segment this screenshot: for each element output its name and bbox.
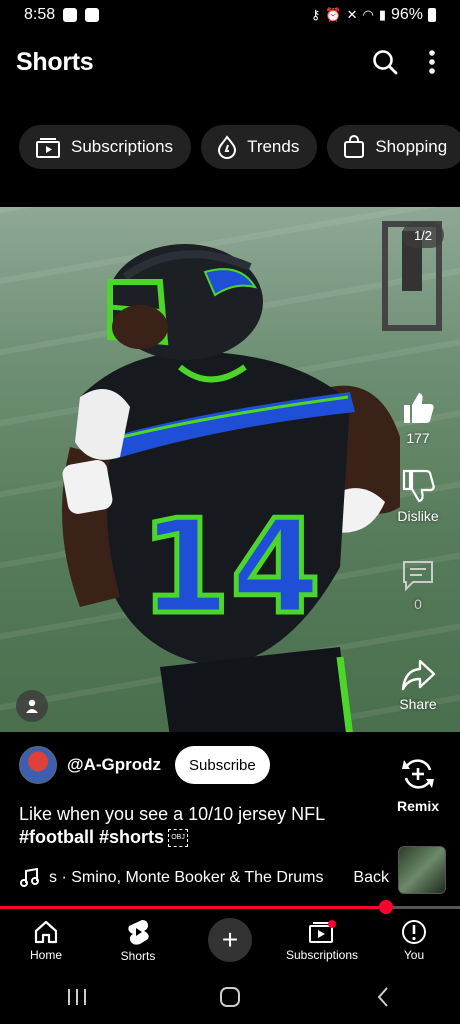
music-title: s · Smino, Monte Booker & The Drums bbox=[49, 869, 324, 886]
thumbs-up-icon bbox=[404, 393, 434, 423]
nav-home[interactable]: Home bbox=[1, 919, 91, 962]
remix-label: Remix bbox=[396, 798, 440, 814]
top-bar: Shorts bbox=[0, 38, 460, 86]
create-plus-icon: + bbox=[208, 918, 252, 962]
filter-chips: Subscriptions Trends Shopping bbox=[19, 125, 460, 169]
music-thumbnail[interactable] bbox=[398, 846, 446, 894]
nav-you[interactable]: You bbox=[369, 919, 459, 962]
caption-text: Like when you see a 10/10 jersey NFL bbox=[19, 804, 326, 824]
signal-icon: ▮ bbox=[378, 7, 386, 22]
like-button[interactable]: 177 bbox=[400, 390, 436, 468]
remix-icon bbox=[402, 759, 434, 789]
search-icon[interactable] bbox=[372, 49, 398, 75]
status-bar: 8:58 ⚷ ⏰ ✕ ◠ ▮ 96% bbox=[0, 0, 460, 30]
share-arrow-icon bbox=[401, 659, 436, 691]
battery-icon bbox=[428, 8, 436, 22]
you-icon bbox=[402, 919, 426, 944]
chip-subscriptions[interactable]: Subscriptions bbox=[19, 125, 192, 169]
home-button-icon[interactable] bbox=[200, 977, 260, 1017]
system-nav-bar bbox=[0, 970, 460, 1024]
nav-shorts[interactable]: Shorts bbox=[93, 918, 183, 963]
chip-label: Subscriptions bbox=[71, 137, 174, 156]
gallery-notification-icon bbox=[63, 8, 78, 22]
app-notification-icon bbox=[85, 8, 100, 22]
shopping-bag-icon bbox=[344, 135, 365, 158]
share-label: Share bbox=[399, 696, 437, 712]
svg-text:14: 14 bbox=[140, 491, 321, 643]
home-icon bbox=[34, 920, 58, 943]
side-actions: 177 Dislike 0 Share bbox=[376, 390, 460, 712]
share-button[interactable]: Share bbox=[399, 658, 437, 712]
mute-icon: ✕ bbox=[346, 7, 358, 22]
subscriptions-icon bbox=[309, 919, 336, 943]
thumbs-down-icon bbox=[402, 469, 435, 503]
nav-label: Subscriptions bbox=[285, 947, 359, 962]
remix-button[interactable]: Remix bbox=[376, 756, 460, 814]
nav-create[interactable]: + bbox=[185, 918, 275, 962]
video-progress-bar[interactable] bbox=[0, 900, 460, 914]
alarm-icon: ⏰ bbox=[325, 7, 342, 22]
music-back-label: Back bbox=[353, 869, 389, 886]
nav-subscriptions[interactable]: Subscriptions bbox=[277, 919, 367, 962]
more-vert-icon[interactable] bbox=[428, 49, 436, 75]
object-detect-icon: OBJ bbox=[168, 829, 189, 848]
dislike-button[interactable]: Dislike bbox=[397, 468, 439, 546]
comment-count: 0 bbox=[414, 596, 422, 612]
wifi-icon: ◠ bbox=[362, 7, 374, 22]
chip-label: Shopping bbox=[375, 137, 448, 156]
avatar[interactable] bbox=[19, 746, 57, 784]
dislike-label: Dislike bbox=[397, 508, 439, 524]
chip-trends[interactable]: Trends bbox=[201, 125, 318, 169]
music-row[interactable]: s · Smino, Monte Booker & The Drums Back bbox=[19, 868, 389, 888]
nav-label: Shorts bbox=[120, 948, 156, 963]
progress-fill bbox=[0, 906, 387, 909]
channel-handle[interactable]: @A-Gprodz bbox=[67, 755, 161, 775]
video-caption[interactable]: Like when you see a 10/10 jersey NFL #fo… bbox=[19, 803, 379, 849]
status-time: 8:58 bbox=[24, 6, 56, 23]
caption-hashtags[interactable]: #football #shorts bbox=[19, 827, 164, 847]
subscribe-button[interactable]: Subscribe bbox=[175, 746, 270, 784]
bottom-nav: Home Shorts + Subscriptions You bbox=[0, 912, 460, 968]
video-frame-player: 14 bbox=[62, 244, 400, 732]
chip-label: Trends bbox=[247, 137, 300, 156]
comment-icon bbox=[403, 561, 433, 592]
battery-level: 96% bbox=[390, 6, 423, 23]
shorts-icon bbox=[128, 919, 149, 945]
chip-shopping[interactable]: Shopping bbox=[327, 125, 460, 169]
comments-button[interactable]: 0 bbox=[401, 558, 435, 648]
key-icon: ⚷ bbox=[310, 7, 321, 22]
page-title: Shorts bbox=[16, 47, 94, 76]
subscriptions-icon bbox=[36, 138, 60, 158]
recent-apps-icon[interactable] bbox=[47, 977, 107, 1017]
page-indicator: 1/2 bbox=[402, 222, 444, 248]
trends-icon bbox=[218, 135, 237, 159]
like-count: 177 bbox=[406, 430, 430, 446]
channel-row: @A-Gprodz Subscribe bbox=[19, 746, 270, 784]
back-icon[interactable] bbox=[353, 977, 413, 1017]
person-icon[interactable] bbox=[16, 690, 48, 722]
nav-label: Home bbox=[29, 947, 62, 962]
music-note-icon bbox=[20, 868, 39, 887]
nav-label: You bbox=[403, 947, 425, 962]
